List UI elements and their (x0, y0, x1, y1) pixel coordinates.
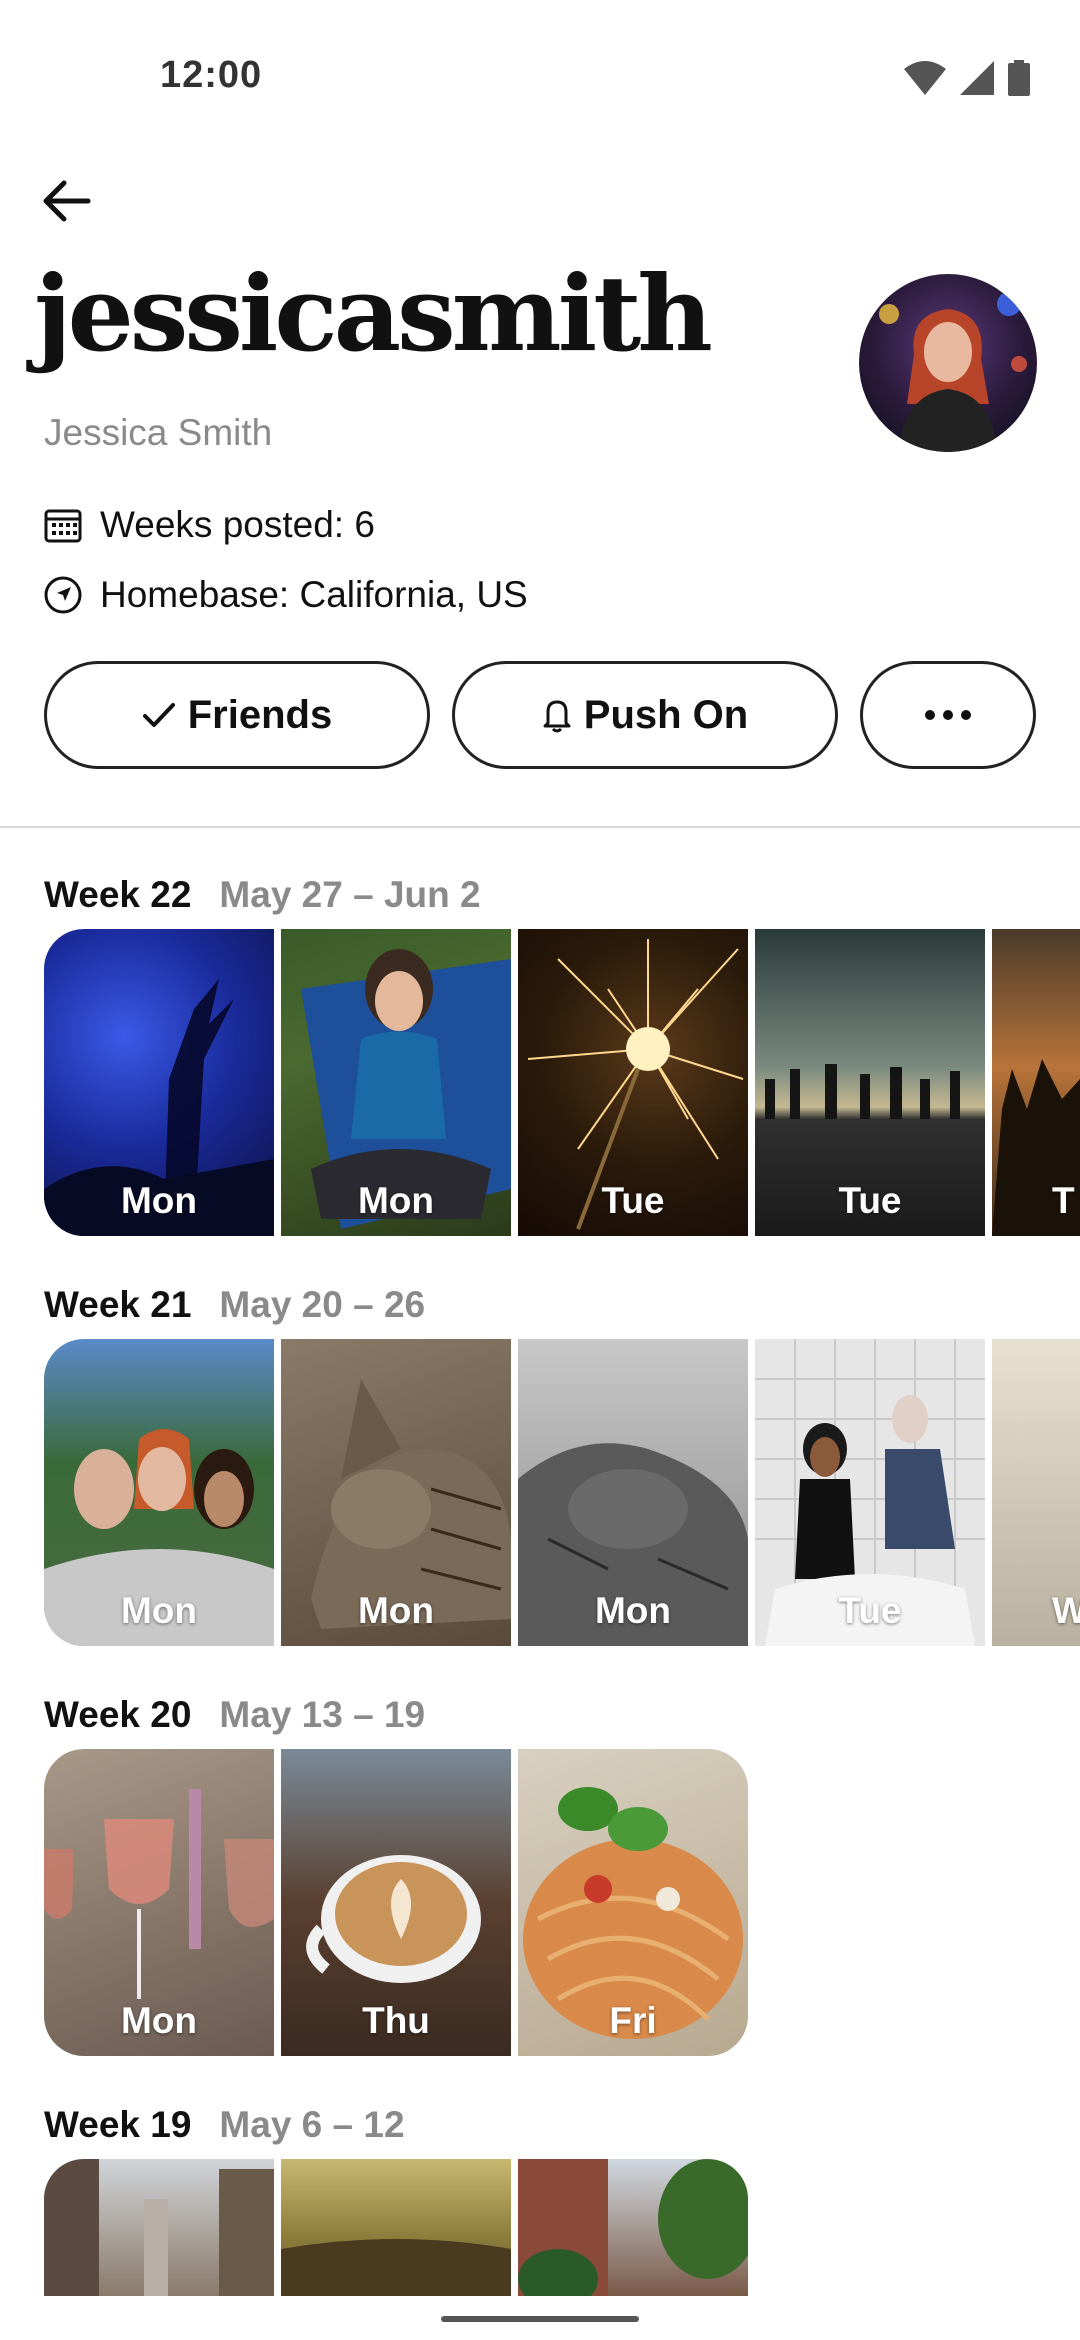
week-title: Week 22 (44, 874, 192, 915)
check-icon (142, 703, 175, 727)
status-icons (904, 60, 1030, 96)
week-title: Week 20 (44, 1694, 192, 1735)
day-label: Thu (362, 2000, 430, 2041)
day-label: Tue (601, 1180, 665, 1221)
day-label: Fri (609, 2000, 657, 2041)
photo-thumbnail[interactable]: T (992, 929, 1080, 1236)
back-arrow-icon (43, 180, 91, 222)
friends-button[interactable]: Friends (44, 661, 430, 769)
avatar[interactable] (859, 274, 1037, 452)
day-label: Mon (120, 1180, 198, 1221)
week-title: Week 19 (44, 2104, 192, 2145)
day-label: Mon (357, 1590, 435, 1631)
back-button[interactable] (36, 170, 98, 232)
day-label: Mon (357, 1180, 435, 1221)
day-label: Mon (120, 2000, 198, 2041)
friends-label: Friends (187, 692, 333, 737)
week-range: May 20 – 26 (219, 1284, 426, 1325)
weeks-posted-row: Weeks posted: 6 (44, 504, 375, 546)
photo-thumbnail[interactable]: Tue (755, 1339, 985, 1646)
photo-thumbnail[interactable]: Mon (44, 929, 274, 1236)
divider (0, 826, 1080, 828)
photo-thumbnail[interactable]: Mon (44, 1749, 274, 2056)
day-label: Mon (594, 1590, 672, 1631)
more-icon (925, 710, 971, 720)
status-time: 12:00 (160, 54, 263, 96)
photo-thumbnail[interactable]: W (992, 1339, 1080, 1646)
photo-thumbnail[interactable] (281, 2159, 511, 2296)
week-range: May 6 – 12 (219, 2104, 405, 2145)
photo-thumbnail[interactable]: Mon (281, 1339, 511, 1646)
photo-thumbnail[interactable]: Thu (281, 1749, 511, 2056)
more-options-button[interactable] (860, 661, 1036, 769)
photo-thumbnail[interactable]: Mon (44, 1339, 274, 1646)
photo-thumbnail[interactable]: Tue (755, 929, 985, 1236)
photo-thumbnail[interactable]: Fri (518, 1749, 748, 2056)
bell-icon (543, 700, 571, 733)
photo-thumbnail[interactable]: Tue (518, 929, 748, 1236)
week-title: Week 21 (44, 1284, 192, 1325)
username: jessicasmith (34, 252, 713, 375)
calendar-icon (44, 509, 82, 543)
day-label: W (1052, 1590, 1080, 1631)
day-label: Tue (838, 1180, 902, 1221)
photo-thumbnail[interactable]: Mon (518, 1339, 748, 1646)
photo-thumbnail[interactable] (518, 2159, 748, 2296)
battery-icon (1008, 60, 1030, 96)
weeks-posted-text: Weeks posted: 6 (100, 504, 375, 545)
photo-thumbnail[interactable]: Mon (281, 929, 511, 1236)
week-header: Week 21 May 20 – 26 (44, 1284, 425, 1326)
signal-icon (960, 61, 994, 95)
day-label: T (1052, 1180, 1075, 1221)
homebase-text: Homebase: California, US (100, 574, 528, 615)
day-label: Mon (120, 1590, 198, 1631)
navigation-icon (44, 576, 82, 614)
push-label: Push On (583, 692, 749, 737)
status-bar: 12:00 (0, 0, 1080, 150)
photo-thumbnail[interactable] (44, 2159, 274, 2296)
push-notifications-button[interactable]: Push On (452, 661, 838, 769)
week-range: May 27 – Jun 2 (219, 874, 481, 915)
week-header: Week 20 May 13 – 19 (44, 1694, 425, 1736)
day-label: Tue (838, 1590, 902, 1631)
wifi-icon (904, 61, 946, 95)
navigation-handle[interactable] (441, 2316, 639, 2322)
week-range: May 13 – 19 (219, 1694, 426, 1735)
week-header: Week 22 May 27 – Jun 2 (44, 874, 481, 916)
week-header: Week 19 May 6 – 12 (44, 2104, 405, 2146)
homebase-row: Homebase: California, US (44, 574, 528, 616)
display-name: Jessica Smith (44, 412, 273, 453)
